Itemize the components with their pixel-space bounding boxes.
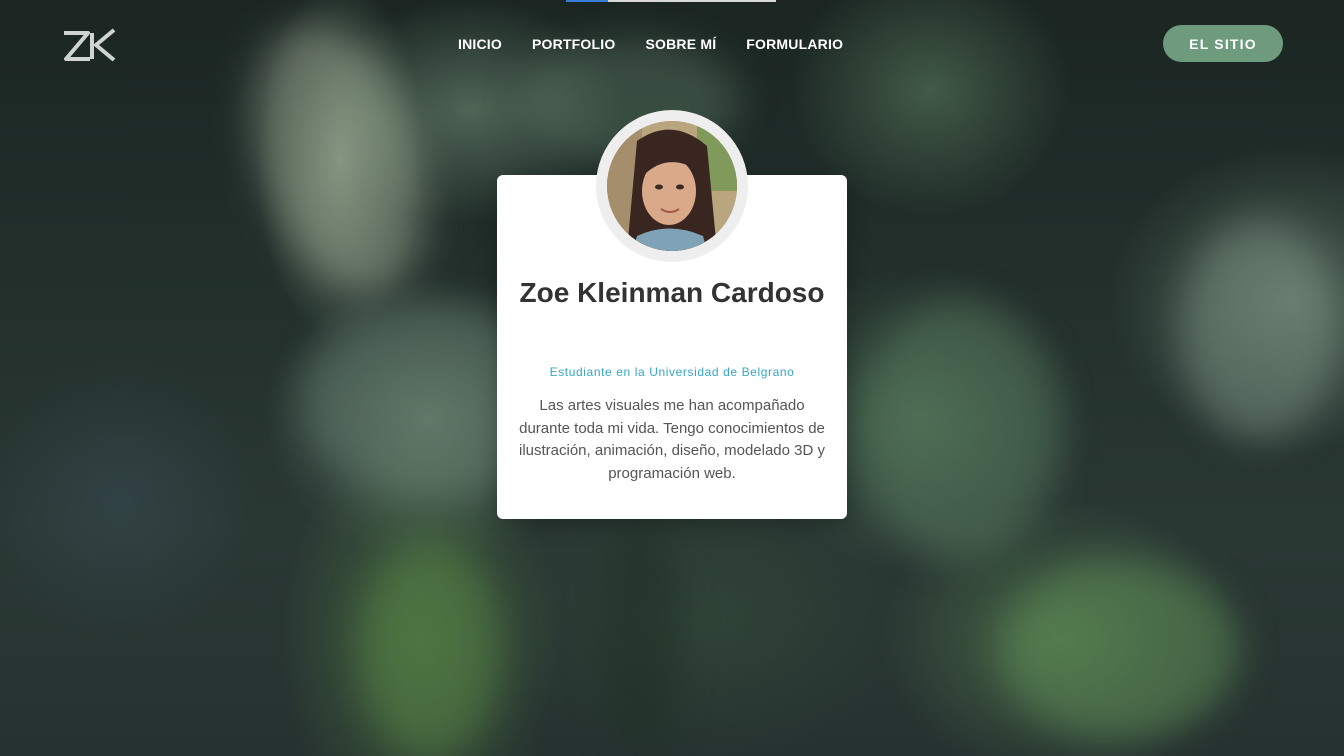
leaf-shape [360, 540, 500, 756]
nav-item-inicio[interactable]: INICIO [458, 36, 502, 52]
stem-shape [600, 520, 680, 756]
top-accent-bar [566, 0, 776, 2]
nav-item-portfolio[interactable]: PORTFOLIO [532, 36, 615, 52]
leaf-shape [1000, 560, 1240, 740]
profile-bio: Las artes visuales me han acompañado dur… [519, 397, 825, 482]
leaf-shape [860, 300, 1060, 560]
avatar [607, 121, 737, 251]
nav-item-formulario[interactable]: FORMULARIO [746, 36, 843, 52]
avatar-ring [596, 110, 748, 262]
profile-subtitle: Estudiante en la Universidad de Belgrano [549, 365, 795, 379]
nav-item-sobre-mi[interactable]: SOBRE MÍ [645, 36, 716, 52]
leaf-shape [216, 1, 464, 319]
top-accent-highlight [566, 0, 608, 2]
profile-photo [607, 121, 737, 251]
main-nav: INICIO PORTFOLIO SOBRE MÍ FORMULARIO [458, 36, 843, 52]
el-sitio-button[interactable]: EL SITIO [1163, 25, 1283, 62]
zk-logo-icon[interactable] [62, 27, 118, 63]
profile-name: Zoe Kleinman Cardoso [519, 277, 825, 308]
leaf-shape [1180, 220, 1340, 440]
